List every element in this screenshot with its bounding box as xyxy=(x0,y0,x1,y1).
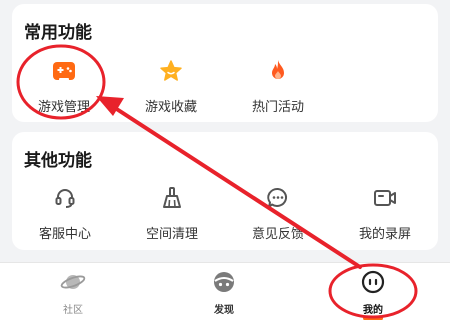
other-functions-title: 其他功能 xyxy=(24,151,92,171)
face-icon xyxy=(361,270,385,294)
game-favorites-button[interactable]: 游戏收藏 xyxy=(123,58,219,115)
star-icon xyxy=(160,60,182,81)
broom-icon xyxy=(163,187,181,208)
customer-service-button[interactable]: 客服中心 xyxy=(17,185,113,242)
tab-mine-label: 我的 xyxy=(363,305,383,316)
game-management-label: 游戏管理 xyxy=(37,100,90,115)
space-cleanup-label: 空间清理 xyxy=(145,227,198,242)
other-functions-card: 其他功能 客服中心 空间清理 意见反馈 我的录屏 xyxy=(12,132,438,250)
game-management-button[interactable]: 游戏管理 xyxy=(16,58,112,115)
tab-discover-label: 发现 xyxy=(214,305,234,316)
tab-community-label: 社区 xyxy=(63,305,83,316)
hot-events-label: 热门活动 xyxy=(251,100,304,115)
chat-bubble-icon xyxy=(267,187,287,208)
discover-icon xyxy=(214,272,234,292)
my-recordings-label: 我的录屏 xyxy=(358,227,411,242)
bottom-tab-bar: 社区 发现 我的 xyxy=(0,262,450,325)
active-tab-indicator xyxy=(363,317,383,320)
hot-events-button[interactable]: 热门活动 xyxy=(230,58,326,115)
tab-community[interactable]: 社区 xyxy=(33,269,113,316)
video-camera-icon xyxy=(374,190,396,206)
space-cleanup-button[interactable]: 空间清理 xyxy=(124,185,220,242)
flame-icon xyxy=(272,60,284,79)
feedback-label: 意见反馈 xyxy=(251,227,304,242)
gamepad-icon xyxy=(53,62,75,81)
planet-icon xyxy=(60,275,86,289)
headset-icon xyxy=(55,189,75,208)
common-functions-card: 常用功能 游戏管理 游戏收藏 热门活动 xyxy=(12,4,438,122)
feedback-button[interactable]: 意见反馈 xyxy=(230,185,326,242)
customer-service-label: 客服中心 xyxy=(38,227,91,242)
my-recordings-button[interactable]: 我的录屏 xyxy=(337,185,433,242)
tab-discover[interactable]: 发现 xyxy=(184,269,264,316)
tab-mine[interactable]: 我的 xyxy=(333,269,413,320)
game-favorites-label: 游戏收藏 xyxy=(144,100,197,115)
common-functions-title: 常用功能 xyxy=(24,23,92,43)
